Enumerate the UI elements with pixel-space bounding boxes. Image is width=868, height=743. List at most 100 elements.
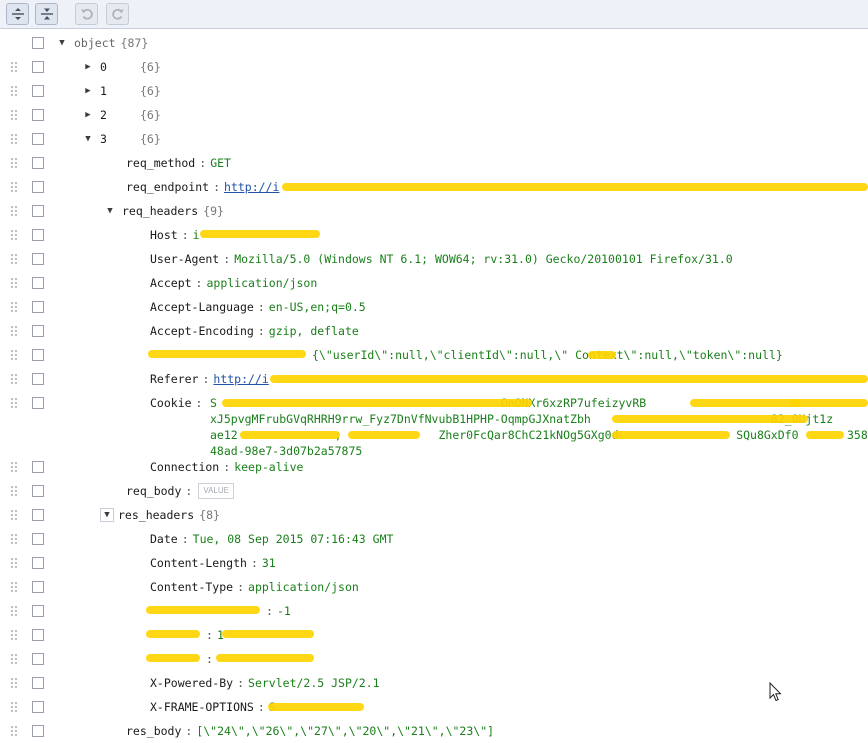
drag-handle-icon[interactable] bbox=[10, 461, 17, 473]
drag-handle-icon[interactable] bbox=[10, 701, 17, 713]
row-checkbox[interactable] bbox=[32, 85, 44, 97]
field-key[interactable]: req_method bbox=[126, 156, 195, 170]
row-checkbox[interactable] bbox=[32, 37, 44, 49]
tree-row-redacted-header-2[interactable]: : 1 bbox=[0, 623, 868, 647]
field-value[interactable]: Tue, 08 Sep 2015 07:16:43 GMT bbox=[193, 532, 394, 546]
field-key[interactable]: X-Powered-By bbox=[150, 676, 233, 690]
tree-row-item-2[interactable]: ▶ 2 {6} bbox=[0, 103, 868, 127]
tree-row-item-0[interactable]: ▶ 0 {6} bbox=[0, 55, 868, 79]
row-checkbox[interactable] bbox=[32, 629, 44, 641]
drag-handle-icon[interactable] bbox=[10, 677, 17, 689]
field-key[interactable]: Referer bbox=[150, 372, 198, 386]
chevron-right-icon[interactable]: ▶ bbox=[82, 86, 94, 96]
row-checkbox[interactable] bbox=[32, 653, 44, 665]
drag-handle-icon[interactable] bbox=[10, 157, 17, 169]
field-key[interactable]: Accept bbox=[150, 276, 192, 290]
tree-row-host[interactable]: Host : i bbox=[0, 223, 868, 247]
drag-handle-icon[interactable] bbox=[10, 725, 17, 737]
row-checkbox[interactable] bbox=[32, 677, 44, 689]
drag-handle-icon[interactable] bbox=[10, 581, 17, 593]
chevron-down-icon[interactable]: ▼ bbox=[56, 38, 68, 48]
tree-row-res-body[interactable]: res_body : [\"24\",\"26\",\"27\",\"20\",… bbox=[0, 719, 868, 743]
field-value[interactable]: {\"userId\":null,\"clientId\":null,\" Co… bbox=[312, 348, 783, 362]
drag-handle-icon[interactable] bbox=[10, 85, 17, 97]
tree-row-redacted-header-1[interactable]: : -1 bbox=[0, 599, 868, 623]
tree-row-root[interactable]: ▼ object {87} bbox=[0, 31, 868, 55]
field-key[interactable]: req_headers bbox=[122, 204, 198, 218]
field-value[interactable]: Mozilla/5.0 (Windows NT 6.1; WOW64; rv:3… bbox=[234, 252, 733, 266]
tree-row-connection[interactable]: Connection : keep-alive bbox=[0, 455, 868, 479]
field-key[interactable]: Connection bbox=[150, 460, 219, 474]
row-checkbox[interactable] bbox=[32, 397, 44, 409]
tree-row-context-header[interactable]: {\"userId\":null,\"clientId\":null,\" Co… bbox=[0, 343, 868, 367]
row-checkbox[interactable] bbox=[32, 349, 44, 361]
endpoint-link[interactable]: http://i bbox=[224, 180, 279, 194]
drag-handle-icon[interactable] bbox=[10, 229, 17, 241]
drag-handle-icon[interactable] bbox=[10, 301, 17, 313]
field-key[interactable]: Content-Type bbox=[150, 580, 233, 594]
field-key[interactable]: req_body bbox=[126, 484, 181, 498]
tree-row-referer[interactable]: Referer : http://i bbox=[0, 367, 868, 391]
drag-handle-icon[interactable] bbox=[10, 629, 17, 641]
row-checkbox[interactable] bbox=[32, 253, 44, 265]
tree-row-user-agent[interactable]: User-Agent : Mozilla/5.0 (Windows NT 6.1… bbox=[0, 247, 868, 271]
field-key[interactable]: Content-Length bbox=[150, 556, 247, 570]
drag-handle-icon[interactable] bbox=[10, 109, 17, 121]
chevron-right-icon[interactable]: ▶ bbox=[82, 110, 94, 120]
field-value[interactable]: application/json bbox=[206, 276, 317, 290]
drag-handle-icon[interactable] bbox=[10, 605, 17, 617]
drag-handle-icon[interactable] bbox=[10, 277, 17, 289]
field-key[interactable]: Cookie bbox=[150, 396, 192, 410]
row-checkbox[interactable] bbox=[32, 461, 44, 473]
drag-handle-icon[interactable] bbox=[10, 397, 17, 409]
tree-row-req-body[interactable]: req_body : VALUE bbox=[0, 479, 868, 503]
row-checkbox[interactable] bbox=[32, 61, 44, 73]
drag-handle-icon[interactable] bbox=[10, 485, 17, 497]
field-value[interactable]: 31 bbox=[262, 556, 276, 570]
collapse-all-button[interactable] bbox=[35, 3, 58, 25]
field-value[interactable]: GET bbox=[210, 156, 231, 170]
row-checkbox[interactable] bbox=[32, 157, 44, 169]
row-checkbox[interactable] bbox=[32, 229, 44, 241]
undo-button[interactable] bbox=[75, 3, 98, 25]
field-value[interactable]: Servlet/2.5 JSP/2.1 bbox=[248, 676, 380, 690]
tree-row-req-headers[interactable]: ▼ req_headers {9} bbox=[0, 199, 868, 223]
drag-handle-icon[interactable] bbox=[10, 253, 17, 265]
chevron-down-icon[interactable]: ▼ bbox=[82, 134, 94, 144]
field-value[interactable]: gzip, deflate bbox=[269, 324, 359, 338]
row-checkbox[interactable] bbox=[32, 373, 44, 385]
row-checkbox[interactable] bbox=[32, 605, 44, 617]
field-value[interactable]: [\"24\",\"26\",\"27\",\"20\",\"21\",\"23… bbox=[196, 724, 494, 738]
chevron-down-icon[interactable]: ▼ bbox=[100, 508, 114, 522]
drag-handle-icon[interactable] bbox=[10, 181, 17, 193]
row-checkbox[interactable] bbox=[32, 301, 44, 313]
expand-all-button[interactable] bbox=[6, 3, 29, 25]
tree-row-cookie[interactable]: Cookie : S OnONXr6xzRP7ufeizyvRB xJ5pvgM… bbox=[0, 391, 868, 458]
drag-handle-icon[interactable] bbox=[10, 533, 17, 545]
tree-row-res-headers[interactable]: ▼ res_headers {8} bbox=[0, 503, 868, 527]
field-value[interactable]: keep-alive bbox=[234, 460, 303, 474]
drag-handle-icon[interactable] bbox=[10, 205, 17, 217]
field-key[interactable]: Date bbox=[150, 532, 178, 546]
field-key[interactable]: Host bbox=[150, 228, 178, 242]
drag-handle-icon[interactable] bbox=[10, 133, 17, 145]
row-checkbox[interactable] bbox=[32, 109, 44, 121]
row-checkbox[interactable] bbox=[32, 509, 44, 521]
field-key[interactable]: X-FRAME-OPTIONS bbox=[150, 700, 254, 714]
tree-row-redacted-header-3[interactable]: : bbox=[0, 647, 868, 671]
tree-row-content-length[interactable]: Content-Length : 31 bbox=[0, 551, 868, 575]
drag-handle-icon[interactable] bbox=[10, 557, 17, 569]
chevron-right-icon[interactable]: ▶ bbox=[82, 62, 94, 72]
empty-value-input[interactable]: VALUE bbox=[198, 483, 234, 499]
row-checkbox[interactable] bbox=[32, 133, 44, 145]
drag-handle-icon[interactable] bbox=[10, 509, 17, 521]
field-key[interactable]: Accept-Language bbox=[150, 300, 254, 314]
tree-row-item-3[interactable]: ▼ 3 {6} bbox=[0, 127, 868, 151]
drag-handle-icon[interactable] bbox=[10, 325, 17, 337]
tree-row-accept-encoding[interactable]: Accept-Encoding : gzip, deflate bbox=[0, 319, 868, 343]
row-checkbox[interactable] bbox=[32, 277, 44, 289]
tree-row-item-1[interactable]: ▶ 1 {6} bbox=[0, 79, 868, 103]
row-checkbox[interactable] bbox=[32, 533, 44, 545]
drag-handle-icon[interactable] bbox=[10, 61, 17, 73]
tree-row-req-method[interactable]: req_method : GET bbox=[0, 151, 868, 175]
